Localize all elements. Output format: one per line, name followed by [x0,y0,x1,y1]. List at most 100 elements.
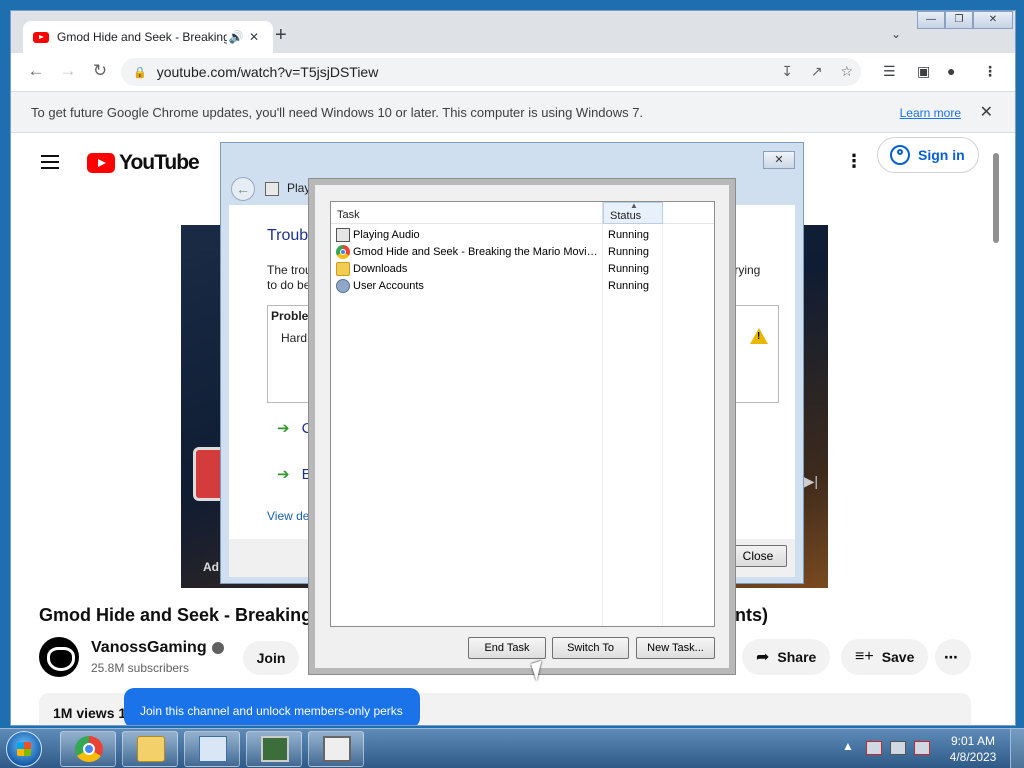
back-circle-icon[interactable]: ← [231,177,255,201]
troubleshooter-close-icon[interactable]: ✕ [763,151,795,169]
hamburger-menu-icon[interactable] [41,155,59,169]
clock-time: 9:01 AM [950,734,996,748]
new-task-button[interactable]: New Task... [636,637,715,659]
task-row[interactable]: Downloads Running [331,261,714,278]
ad-label: Ad [203,560,219,574]
settings-kebab-icon[interactable]: ⋮ [845,151,863,172]
forward-arrow-icon[interactable]: → [57,61,79,81]
action-center-flag-icon[interactable] [866,741,882,755]
close-button[interactable]: Close [729,545,787,567]
back-arrow-icon[interactable]: ← [25,61,47,81]
taskbar-control-panel[interactable] [184,731,240,767]
switch-to-button[interactable]: Switch To [552,637,629,659]
task-name: Playing Audio [353,229,420,241]
folder-icon [137,736,165,762]
view-details-link[interactable]: View de [267,509,309,523]
channel-name-text: VanossGaming [91,639,207,656]
troubleshooter-icon [323,736,351,762]
troubleshooter-breadcrumb: Play [265,181,310,196]
task-manager-window: Task ▲ Status Playing Audio Running Gmod… [308,178,736,675]
system-clock[interactable]: 9:01 AM 4/8/2023 [946,733,1000,765]
show-desktop-button[interactable] [1010,729,1024,768]
address-bar[interactable]: 🔒 youtube.com/watch?v=T5jsjDSTiew ↧ ↗ ☆ [121,58,861,86]
restore-icon[interactable]: ❐ [945,11,973,29]
playlist-add-icon: ≡+ [855,648,874,665]
address-text: youtube.com/watch?v=T5jsjDSTiew [156,64,379,80]
task-status: Running [608,263,649,275]
task-status: Running [608,229,649,241]
control-panel-icon [199,736,227,762]
folder-icon [336,262,350,276]
share-arrow-icon: ➦ [756,649,770,666]
end-task-button[interactable]: End Task [468,637,546,659]
infobar-close-icon[interactable]: ✕ [980,102,993,122]
browser-tab[interactable]: Gmod Hide and Seek - Breaking 🔊 ✕ [23,21,273,53]
sign-in-label: Sign in [918,147,965,163]
save-label: Save [881,649,915,665]
lock-icon: 🔒 [133,66,147,79]
more-horizontal-icon: ⋯ [944,648,958,665]
share-label: Share [777,649,817,665]
chrome-menu-icon[interactable]: ⋮ [983,63,997,80]
taskbar-explorer[interactable] [122,731,178,767]
account-circle-icon [890,145,910,165]
troubleshooter-option-1[interactable]: ➔ C [277,419,312,437]
windows-taskbar: ▲ 9:01 AM 4/8/2023 [0,728,1024,768]
minimize-icon[interactable]: — [917,11,945,29]
taskbar-chrome[interactable] [60,731,116,767]
task-status: Running [608,246,649,258]
task-manager-icon [261,736,289,762]
column-header-task[interactable]: Task [331,202,603,224]
window-close-icon[interactable]: ✕ [973,11,1013,29]
show-hidden-icons-icon[interactable]: ▲ [842,739,854,753]
infobar-text: To get future Google Chrome updates, you… [31,104,644,120]
channel-avatar[interactable] [39,637,79,677]
taskbar-troubleshooter[interactable] [308,731,364,767]
task-row[interactable]: User Accounts Running [331,278,714,295]
reload-icon[interactable]: ↻ [89,61,111,81]
update-infobar: To get future Google Chrome updates, you… [11,91,1015,133]
speaker-icon[interactable]: 🔊 [227,30,245,44]
problem-item: Hard [281,331,308,345]
column-header-status[interactable]: ▲ Status [603,201,663,224]
bookmark-star-icon[interactable]: ☆ [840,63,853,79]
join-tooltip: Join this channel and unlock members-onl… [124,688,420,725]
join-button[interactable]: Join [243,641,299,675]
warning-icon [750,328,768,344]
network-icon[interactable] [890,741,906,755]
channel-name[interactable]: VanossGaming [91,639,224,657]
verified-check-icon [211,641,224,654]
youtube-logo-text[interactable]: YouTube [119,151,200,175]
task-list[interactable]: Task ▲ Status Playing Audio Running Gmod… [330,201,715,627]
tab-title: Gmod Hide and Seek - Breaking [57,30,227,44]
tab-strip: Gmod Hide and Seek - Breaking 🔊 ✕ + ⌄ — … [11,11,1015,53]
install-app-icon[interactable]: ↧ [781,63,793,79]
save-button[interactable]: ≡+ Save [841,639,929,675]
side-panel-icon[interactable]: ▣ [917,63,930,80]
media-controls-icon[interactable]: ☰ [883,63,896,80]
share-page-icon[interactable]: ↗ [811,63,823,79]
taskbar-task-manager[interactable] [246,731,302,767]
sign-in-button[interactable]: Sign in [877,137,979,173]
breadcrumb-text: Play [287,181,311,195]
tab-close-icon[interactable]: ✕ [245,30,263,44]
page-scrollbar[interactable] [993,153,999,243]
new-tab-icon[interactable]: + [275,25,287,45]
task-name: Downloads [353,263,408,275]
youtube-logo-icon[interactable] [87,153,115,173]
users-icon [336,279,350,293]
more-actions-button[interactable]: ⋯ [935,639,971,675]
skip-next-icon[interactable]: ▶| [804,473,818,490]
browser-toolbar: ← → ↻ 🔒 youtube.com/watch?v=T5jsjDSTiew … [11,53,1015,91]
start-button[interactable] [6,731,42,767]
task-row[interactable]: Playing Audio Running [331,227,714,244]
green-arrow-icon: ➔ [277,420,290,437]
youtube-favicon-icon [33,31,49,43]
profile-icon[interactable]: ● [947,63,955,79]
troubleshooter-option-2[interactable]: ➔ E [277,465,312,483]
learn-more-link[interactable]: Learn more [900,106,961,120]
share-button[interactable]: ➦ Share [742,639,831,675]
volume-muted-icon[interactable] [914,741,930,755]
tab-search-chevron-icon[interactable]: ⌄ [891,27,901,41]
task-row[interactable]: Gmod Hide and Seek - Breaking the Mario … [331,244,714,261]
